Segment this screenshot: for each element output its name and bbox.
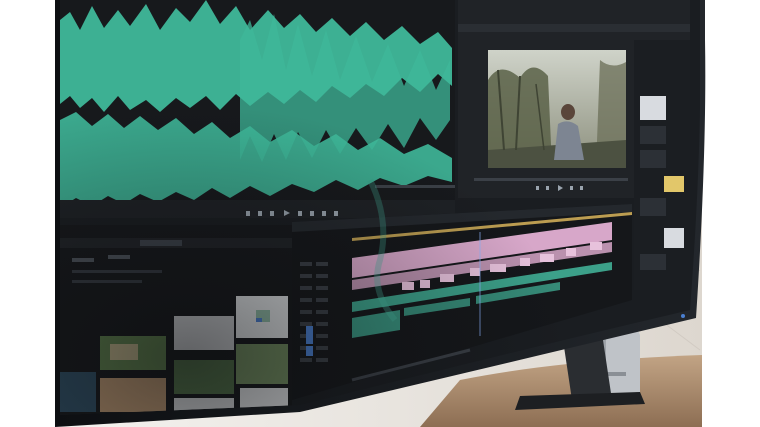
power-led-icon (681, 314, 685, 318)
editing-monitor-photo (0, 0, 760, 427)
